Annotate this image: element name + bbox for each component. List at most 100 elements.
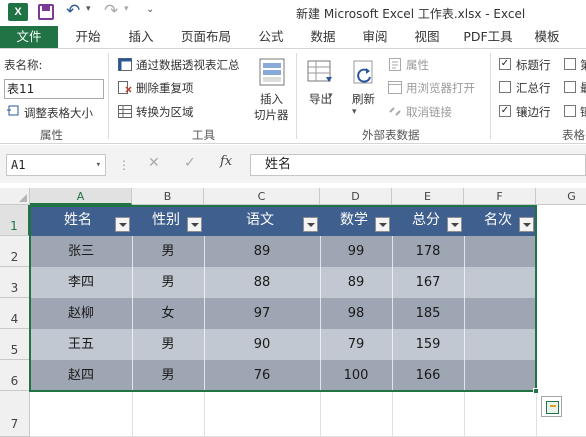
- filter-dropdown-icon[interactable]: [303, 217, 318, 232]
- filter-dropdown-icon[interactable]: [519, 217, 534, 232]
- table-header-chinese[interactable]: 语文: [204, 205, 320, 236]
- tab-home[interactable]: 开始: [62, 26, 114, 48]
- unlink-button[interactable]: 取消链接: [406, 104, 452, 120]
- cancel-icon[interactable]: ✕: [148, 155, 160, 171]
- table-cell[interactable]: 女: [132, 298, 204, 329]
- tab-file[interactable]: 文件: [0, 26, 58, 48]
- row-header-7[interactable]: 7: [0, 391, 30, 437]
- fill-handle[interactable]: [533, 388, 539, 394]
- header-row-checkbox[interactable]: ✓: [499, 58, 511, 70]
- table-cell[interactable]: 185: [392, 298, 464, 329]
- table-cell[interactable]: 89: [320, 267, 392, 298]
- tab-insert[interactable]: 插入: [118, 26, 164, 48]
- column-header-g[interactable]: G: [536, 188, 586, 205]
- table-header-rank[interactable]: 名次: [464, 205, 536, 236]
- open-in-browser-button[interactable]: 用浏览器打开: [406, 80, 475, 96]
- refresh-dropdown-icon[interactable]: ▾: [352, 107, 357, 117]
- formula-bar-grip-icon[interactable]: ⋮: [118, 158, 130, 172]
- column-header-f[interactable]: F: [464, 188, 536, 205]
- tab-templates[interactable]: 模板: [524, 26, 570, 48]
- select-all-button[interactable]: [0, 188, 30, 205]
- table-cell[interactable]: 79: [320, 329, 392, 360]
- table-cell[interactable]: 76: [204, 360, 320, 391]
- insert-slicer-label-2[interactable]: 切片器: [254, 107, 289, 123]
- tab-page-layout[interactable]: 页面布局: [168, 26, 244, 48]
- table-cell[interactable]: 166: [392, 360, 464, 391]
- tab-pdf-tools[interactable]: PDF工具: [458, 26, 518, 48]
- column-header-b[interactable]: B: [132, 188, 204, 205]
- column-header-a[interactable]: A: [30, 188, 132, 205]
- quick-analysis-icon[interactable]: [541, 396, 562, 417]
- column-header-d[interactable]: D: [320, 188, 392, 205]
- table-header-math[interactable]: 数学: [320, 205, 392, 236]
- table-header-gender[interactable]: 性别: [132, 205, 204, 236]
- table-cell[interactable]: 男: [132, 236, 204, 267]
- table-header-total[interactable]: 总分: [392, 205, 464, 236]
- formula-input[interactable]: 姓名: [250, 154, 586, 176]
- table-cell[interactable]: [464, 267, 536, 298]
- insert-function-icon[interactable]: fx: [220, 154, 232, 169]
- insert-slicer-label-1[interactable]: 插入: [260, 91, 283, 107]
- table-cell[interactable]: 男: [132, 329, 204, 360]
- name-box[interactable]: A1 ▾: [6, 154, 106, 176]
- table-cell[interactable]: 99: [320, 236, 392, 267]
- filter-dropdown-icon[interactable]: [187, 217, 202, 232]
- filter-dropdown-icon[interactable]: [375, 217, 390, 232]
- row-header-2[interactable]: 2: [0, 236, 30, 267]
- column-header-e[interactable]: E: [392, 188, 464, 205]
- row-header-1[interactable]: 1: [0, 205, 30, 236]
- row-header-6[interactable]: 6: [0, 360, 30, 391]
- table-cell[interactable]: 178: [392, 236, 464, 267]
- column-header-c[interactable]: C: [204, 188, 320, 205]
- table-cell[interactable]: 100: [320, 360, 392, 391]
- undo-dropdown-icon[interactable]: ▾: [86, 4, 91, 14]
- tab-review[interactable]: 审阅: [352, 26, 398, 48]
- customize-toolbar-icon[interactable]: ⌄: [146, 4, 154, 15]
- table-cell[interactable]: 赵四: [30, 360, 132, 391]
- save-icon[interactable]: [38, 4, 54, 20]
- banded-rows-checkbox[interactable]: ✓: [499, 105, 511, 117]
- row-header-3[interactable]: 3: [0, 267, 30, 298]
- total-row-checkbox[interactable]: [499, 81, 511, 93]
- pivot-summary-button[interactable]: 通过数据透视表汇总: [136, 57, 240, 73]
- table-cell[interactable]: 98: [320, 298, 392, 329]
- table-cell[interactable]: 王五: [30, 329, 132, 360]
- tab-view[interactable]: 视图: [404, 26, 450, 48]
- redo-dropdown-icon[interactable]: ▾: [124, 4, 129, 14]
- filter-dropdown-icon[interactable]: [447, 217, 462, 232]
- table-cell[interactable]: 159: [392, 329, 464, 360]
- tab-data[interactable]: 数据: [300, 26, 346, 48]
- filter-dropdown-icon[interactable]: [115, 217, 130, 232]
- table-cell[interactable]: [464, 329, 536, 360]
- remove-duplicates-button[interactable]: 删除重复项: [136, 80, 194, 96]
- last-column-checkbox[interactable]: [564, 81, 576, 93]
- enter-icon[interactable]: ✓: [184, 155, 196, 171]
- redo-icon[interactable]: ↷: [104, 1, 118, 21]
- table-header-name[interactable]: 姓名: [30, 205, 132, 236]
- refresh-button[interactable]: 刷新: [352, 91, 375, 107]
- table-cell[interactable]: [464, 360, 536, 391]
- table-name-input[interactable]: 表11: [4, 79, 104, 99]
- undo-icon[interactable]: ↶: [66, 1, 80, 21]
- row-header-5[interactable]: 5: [0, 329, 30, 360]
- resize-table-button[interactable]: 调整表格大小: [24, 105, 93, 121]
- export-dropdown-icon[interactable]: ▾: [328, 91, 333, 101]
- table-cell[interactable]: 167: [392, 267, 464, 298]
- tab-formulas[interactable]: 公式: [248, 26, 294, 48]
- convert-to-range-button[interactable]: 转换为区域: [136, 104, 194, 120]
- table-cell[interactable]: 90: [204, 329, 320, 360]
- table-cell[interactable]: 男: [132, 267, 204, 298]
- table-cell[interactable]: 李四: [30, 267, 132, 298]
- table-cell[interactable]: 张三: [30, 236, 132, 267]
- table-cell[interactable]: 97: [204, 298, 320, 329]
- table-cell[interactable]: [464, 236, 536, 267]
- table-cell[interactable]: 男: [132, 360, 204, 391]
- first-column-checkbox[interactable]: [564, 58, 576, 70]
- table-cell[interactable]: 88: [204, 267, 320, 298]
- row-header-4[interactable]: 4: [0, 298, 30, 329]
- table-cell[interactable]: [464, 298, 536, 329]
- name-box-dropdown-icon[interactable]: ▾: [96, 155, 101, 175]
- table-cell[interactable]: 89: [204, 236, 320, 267]
- table-cell[interactable]: 赵柳: [30, 298, 132, 329]
- properties-button[interactable]: 属性: [406, 57, 429, 73]
